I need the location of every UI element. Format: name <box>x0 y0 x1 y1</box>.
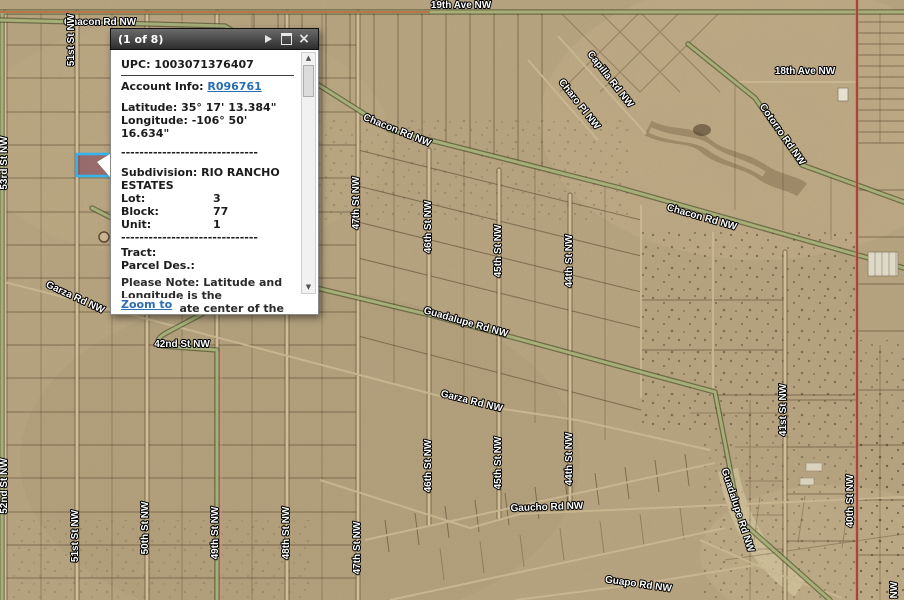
subdivision-text: Subdivision: RIO RANCHO ESTATES <box>121 166 294 192</box>
popup-tail-pointer <box>97 154 110 177</box>
popup-scrollbar[interactable]: ▲ ▼ <box>301 52 316 294</box>
separator-text: ------------------------------ <box>121 231 294 244</box>
scrollbar-thumb[interactable] <box>303 65 314 97</box>
lot-row: Lot:3 <box>121 192 294 205</box>
unit-row: Unit:1 <box>121 218 294 231</box>
block-value: 77 <box>213 205 228 218</box>
street-label: 41st St NW <box>778 383 789 436</box>
zoom-to-container: Zoom to <box>121 298 180 314</box>
street-label: 40th St NW <box>845 474 856 527</box>
maximize-icon <box>281 33 292 45</box>
street-label: 47th St NW <box>351 176 362 229</box>
play-icon <box>265 35 272 43</box>
popup-title-bar[interactable]: (1 of 8) × <box>110 28 319 50</box>
lot-value: 3 <box>213 192 221 205</box>
street-label: 50th St NW <box>140 501 151 554</box>
latitude-text: Latitude: 35° 17' 13.384" <box>121 101 294 114</box>
maximize-button[interactable] <box>279 32 293 46</box>
parcel-info-popup: (1 of 8) × UPC: 1003071376407 Account In… <box>110 28 319 315</box>
next-result-button[interactable] <box>261 32 275 46</box>
unit-value: 1 <box>213 218 221 231</box>
street-label: 47th St NW <box>352 521 363 574</box>
zoom-to-link[interactable]: Zoom to <box>121 298 172 311</box>
divider <box>121 75 294 76</box>
street-label: 18th Ave NW <box>775 66 836 77</box>
block-row: Block:77 <box>121 205 294 218</box>
street-label: 45th St NW <box>493 436 504 489</box>
popup-body: UPC: 1003071376407 Account Info: R096761… <box>110 50 319 315</box>
street-label: 44th St NW <box>564 234 575 287</box>
upc-text: UPC: 1003071376407 <box>121 58 294 71</box>
street-label: 46th St NW <box>423 200 434 253</box>
street-label: 46th St NW <box>423 439 434 492</box>
street-label: 51st St NW <box>70 509 81 562</box>
street-label: 52nd St NW <box>0 458 10 514</box>
account-info-link[interactable]: R096761 <box>207 80 261 93</box>
street-label: 51st St NW <box>66 13 77 66</box>
street-label: NW <box>889 581 900 598</box>
tract-label: Tract: <box>121 246 294 259</box>
street-label: 19th Ave NW <box>431 0 492 11</box>
street-label: 49th St NW <box>210 506 221 559</box>
parcel-des-label: Parcel Des.: <box>121 259 294 272</box>
street-label: 45th St NW <box>493 224 504 277</box>
street-label: 53rd St NW <box>0 136 10 190</box>
scroll-up-icon[interactable]: ▲ <box>302 53 315 64</box>
account-info-line: Account Info: R096761 <box>121 80 294 93</box>
separator-text: ------------------------------ <box>121 146 294 159</box>
longitude-text: Longitude: -106° 50' 16.634" <box>121 114 294 140</box>
street-label: 48th St NW <box>281 506 292 559</box>
close-button[interactable]: × <box>297 32 311 46</box>
street-label: 42nd St NW <box>154 339 210 350</box>
scroll-down-icon[interactable]: ▼ <box>302 282 315 293</box>
popup-title: (1 of 8) <box>118 33 163 46</box>
street-label: 44th St NW <box>564 432 575 485</box>
